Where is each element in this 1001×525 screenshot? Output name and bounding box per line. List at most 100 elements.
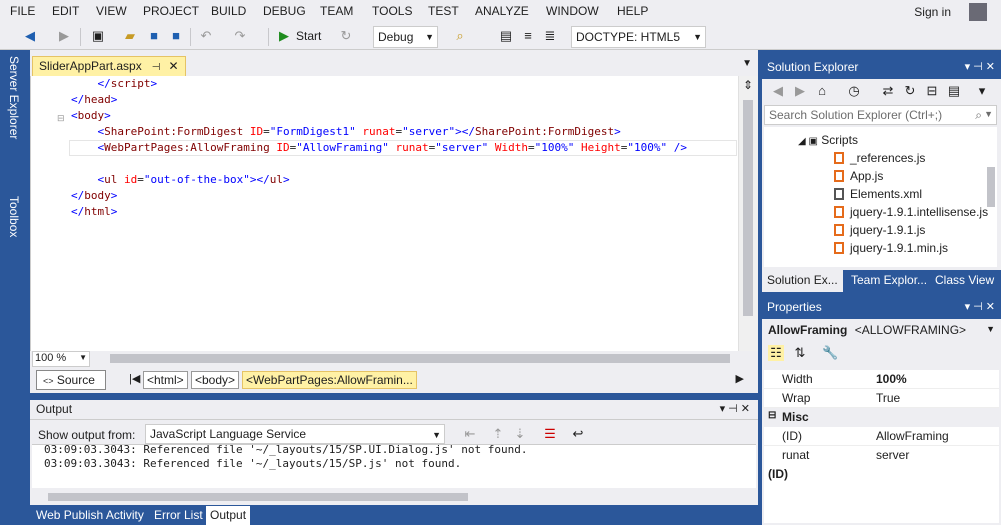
output-hscroll[interactable] [48, 493, 468, 501]
menu-tools[interactable]: TOOLS [372, 4, 412, 18]
solution-search-input[interactable]: Search Solution Explorer (Ctrl+;) ⌕ ▼ [764, 105, 997, 125]
tab-team-explorer[interactable]: Team Explor... [846, 270, 932, 292]
close-icon[interactable]: ✕ [168, 59, 178, 73]
open-folder-icon[interactable]: ▰ [122, 28, 138, 44]
menu-test[interactable]: TEST [428, 4, 459, 18]
refresh-icon[interactable]: ↻ [338, 28, 354, 44]
breadcrumb-body[interactable]: <body> [191, 371, 240, 389]
forward-icon[interactable]: ▶ [792, 83, 808, 99]
sign-in-link[interactable]: Sign in [914, 5, 951, 19]
tree-item[interactable]: Elements.xml [834, 185, 922, 203]
breadcrumb-left-arrow[interactable]: |◀ [129, 372, 140, 385]
history-icon[interactable]: ◷ [846, 83, 862, 99]
toolbox-tab[interactable]: Toolbox [7, 196, 21, 237]
breadcrumb-html[interactable]: <html> [143, 371, 188, 389]
vertical-scrollbar[interactable]: ⇕ [738, 76, 758, 351]
object-name: AllowFraming [768, 323, 848, 337]
user-icon[interactable] [969, 3, 987, 21]
breadcrumb-webpartpages[interactable]: <WebPartPages:AllowFramin... [242, 371, 417, 389]
back-icon[interactable]: ◀ [770, 83, 786, 99]
panel-controls[interactable]: ▾ ⊣ ✕ [965, 300, 995, 313]
zoom-select[interactable]: 100 % ▼ [32, 351, 90, 367]
alphabetical-icon[interactable]: ⇅ [792, 345, 808, 361]
chevron-down-icon[interactable]: ▼ [742, 58, 752, 69]
scroll-thumb[interactable] [743, 100, 753, 316]
doctype-select[interactable]: DOCTYPE: HTML5 ▼ [571, 26, 706, 48]
configuration-select[interactable]: Debug ▼ [373, 26, 438, 48]
tree-scrollbar[interactable] [987, 167, 995, 207]
menu-edit[interactable]: EDIT [52, 4, 79, 18]
source-view-button[interactable]: <> Source [36, 370, 106, 390]
collapse-icon[interactable]: ⊟ [57, 113, 65, 124]
tree-item[interactable]: jquery-1.9.1.intellisense.js [834, 203, 988, 221]
word-wrap-icon[interactable]: ↩ [570, 426, 586, 442]
menu-help[interactable]: HELP [617, 4, 648, 18]
breadcrumb-right-arrow[interactable]: ▶ [736, 372, 744, 385]
properties-icon[interactable]: ▤ [946, 83, 962, 99]
tab-error-list[interactable]: Error List [150, 506, 207, 525]
server-explorer-tab[interactable]: Server Explorer [7, 56, 21, 139]
panel-controls[interactable]: ▾ ⊣ ✕ [720, 402, 750, 415]
tab-class-view[interactable]: Class View [930, 270, 999, 292]
new-project-icon[interactable]: ▣ [90, 28, 106, 44]
next-message-icon[interactable]: ⇣ [512, 426, 528, 442]
forward-icon[interactable]: ▶ [56, 28, 72, 44]
more-icon[interactable]: ▾ [974, 83, 990, 99]
panel-controls[interactable]: ▾ ⊣ ✕ [965, 60, 995, 73]
chevron-down-icon: ▼ [79, 353, 87, 362]
configuration-value: Debug [378, 30, 414, 44]
output-source-select[interactable]: JavaScript Language Service ▼ [145, 424, 445, 444]
tree-folder-scripts[interactable]: ◢ ▣ Scripts [798, 131, 858, 149]
property-object-select[interactable]: AllowFraming <ALLOWFRAMING> ▼ [764, 321, 999, 341]
uncomment-icon[interactable]: ≣ [542, 28, 558, 44]
menu-debug[interactable]: DEBUG [263, 4, 306, 18]
find-icon[interactable]: ⌕ [452, 28, 468, 44]
output-panel: Output ▾ ⊣ ✕ Show output from: JavaScrip… [30, 400, 758, 505]
save-all-icon[interactable]: ■ [168, 28, 184, 44]
tab-output[interactable]: Output [206, 506, 251, 525]
menu-view[interactable]: VIEW [96, 4, 127, 18]
menu-window[interactable]: WINDOW [546, 4, 599, 18]
horizontal-scrollbar[interactable] [110, 354, 730, 363]
tree-item[interactable]: App.js [834, 167, 883, 185]
comment-icon[interactable]: ≡ [520, 28, 536, 44]
tab-web-publish-activity[interactable]: Web Publish Activity [32, 506, 148, 525]
sync-icon[interactable]: ⇄ [880, 83, 896, 99]
home-icon[interactable]: ⌂ [814, 83, 830, 99]
tab-solution-explorer[interactable]: Solution Ex... [762, 270, 843, 292]
document-tab[interactable]: SliderAppPart.aspx ⊣ ✕ [32, 56, 186, 76]
refresh-icon[interactable]: ↻ [902, 83, 918, 99]
save-icon[interactable]: ■ [146, 28, 162, 44]
redo-icon[interactable]: ↷ [232, 28, 248, 44]
menu-analyze[interactable]: ANALYZE [475, 4, 529, 18]
document-icon[interactable]: ▤ [498, 28, 514, 44]
output-text-area[interactable]: 03:09:03.3043: Referenced file '~/_layou… [32, 443, 756, 501]
menu-project[interactable]: PROJECT [143, 4, 199, 18]
search-icon[interactable]: ⌕ [975, 108, 982, 123]
property-category-misc[interactable]: ⊟ Misc [764, 408, 999, 427]
menu-team[interactable]: TEAM [320, 4, 353, 18]
goto-icon[interactable]: ⇤ [462, 426, 478, 442]
property-row-id[interactable]: (ID) AllowFraming [764, 427, 999, 446]
code-editor[interactable]: ⊟ </script> </head> <body> <SharePoint:F… [30, 76, 758, 351]
collapse-all-icon[interactable]: ⊟ [924, 83, 940, 99]
tree-item[interactable]: jquery-1.9.1.min.js [834, 239, 948, 257]
categorized-icon[interactable]: ☷ [768, 345, 784, 361]
property-pages-icon[interactable]: 🔧 [822, 345, 838, 361]
clear-all-icon[interactable]: ☰ [542, 426, 558, 442]
tree-item[interactable]: _references.js [834, 149, 925, 167]
prev-message-icon[interactable]: ⇡ [490, 426, 506, 442]
start-button[interactable]: Start [296, 29, 321, 43]
menu-file[interactable]: FILE [10, 4, 35, 18]
menu-build[interactable]: BUILD [211, 4, 246, 18]
chevron-down-icon[interactable]: ▼ [984, 109, 993, 119]
back-icon[interactable]: ◀ [22, 28, 38, 44]
property-row-width[interactable]: Width 100% [764, 370, 999, 389]
pin-icon[interactable]: ⊣ [152, 62, 161, 73]
start-play-icon[interactable]: ▶ [276, 28, 292, 44]
property-row-wrap[interactable]: Wrap True [764, 389, 999, 408]
tree-item[interactable]: jquery-1.9.1.js [834, 221, 925, 239]
undo-icon[interactable]: ↶ [198, 28, 214, 44]
collapse-icon[interactable]: ⊟ [768, 410, 776, 421]
split-icon[interactable]: ⇕ [743, 78, 753, 92]
